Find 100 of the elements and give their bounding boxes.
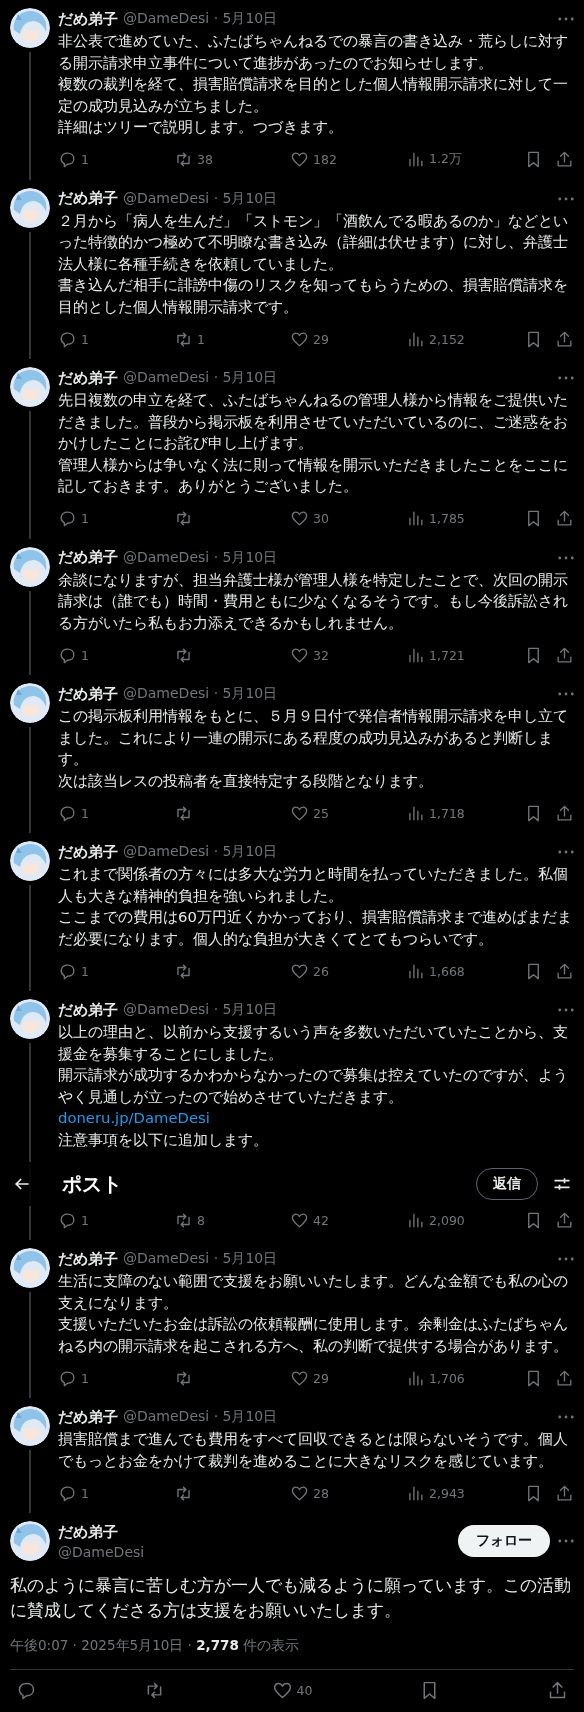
reply-icon[interactable] (16, 1680, 37, 1701)
tweet-card[interactable]: だめ弟子 @DameDesi · 5月10日 ２月から「病人を生んだ」「ストモン」「酒飲んでる暇あるのか」などといった特徴的かつ極めて不明瞭な書き込み（詳細は伏せます）に対し、弁護士法人様に各種手続きを依頼していました。 書き込んだ相手に誹謗中傷のリスクを知ってもらうための、損害賠償請求を目的とした個人情報開示請求です。 1 1 29 2,152 (0, 179, 584, 359)
more-icon[interactable] (558, 692, 574, 696)
repost-icon[interactable] (174, 1368, 193, 1388)
avatar[interactable] (10, 683, 50, 723)
display-name[interactable]: だめ弟子 (58, 1249, 118, 1269)
view-count: 2,943 (429, 1485, 465, 1501)
display-name[interactable]: だめ弟子 (58, 1407, 118, 1427)
more-icon[interactable] (558, 1257, 574, 1261)
reply-icon[interactable] (58, 509, 77, 528)
avatar[interactable] (10, 367, 50, 407)
reply-icon[interactable] (58, 1368, 77, 1388)
tweet-text: 非公表で進めていた、ふたばちゃんねるでの暴言の書き込み・荒らしに対する開示請求申立事件について進捗があったのでお知らせします。 (58, 31, 569, 73)
avatar[interactable] (10, 1248, 50, 1288)
tweet-text: 支援いただいたお金は訴訟の依頼報酬に使用します。余剰金はふたばちゃんねる内の開示請求を起こされる方へ、私の判断で提供する場合があります。 (58, 1314, 569, 1356)
handle-and-date: @DameDesi · 5月10日 (123, 189, 278, 208)
repost-icon[interactable] (174, 150, 193, 169)
heart-icon[interactable] (271, 1680, 293, 1701)
share-icon[interactable] (555, 961, 574, 981)
tweet-card[interactable]: だめ弟子 @DameDesi · 5月10日 非公表で進めていた、ふたばちゃんねるでの暴言の書き込み・荒らしに対する開示請求申立事件について進捗があったのでお知らせします。 複数の裁判を経て、損害賠償請求を目的とした個人情報開示請求に対して一定の成功見込みが立ちました。 詳細はツリーで説明します。つづきます。 1 38 182 1.2万 (0, 0, 584, 180)
reply-icon[interactable] (58, 803, 77, 823)
more-icon[interactable] (558, 1008, 574, 1012)
tweet-card[interactable]: だめ弟子 @DameDesi · 5月10日 余談になりますが、担当弁護士様が管理人様を特定したことで、次回の開示請求は（誰でも）時間・費用ともに少なくなるそうです。もし今後訴訟される方がいたら私もお力添えできるかもしれません。 1 32 1,721 (0, 538, 584, 675)
more-icon[interactable] (558, 376, 574, 380)
avatar[interactable] (10, 546, 50, 587)
repost-icon[interactable] (174, 1210, 193, 1230)
reply-icon[interactable] (58, 1483, 77, 1503)
like-count: 40 (296, 1683, 313, 1698)
display-name[interactable]: だめ弟子 (58, 1522, 145, 1542)
more-icon[interactable] (558, 17, 574, 21)
reply-count: 1 (81, 152, 89, 167)
follow-button[interactable]: フォロー (458, 1525, 550, 1557)
share-icon[interactable] (555, 1368, 574, 1388)
display-name[interactable]: だめ弟子 (58, 9, 118, 29)
repost-icon[interactable] (174, 961, 193, 981)
repost-icon[interactable] (174, 329, 193, 349)
tweet-text: 損害賠償まで進んでも費用をすべて回収できるとは限らないそうです。個人でもっとお金をかけて裁判を進めることに大きなリスクを感じています。 (58, 1429, 569, 1471)
like-count: 30 (313, 511, 329, 526)
repost-icon[interactable] (174, 1483, 193, 1503)
reply-icon[interactable] (58, 961, 77, 981)
share-icon[interactable] (555, 329, 574, 349)
tweet-text: 次は該当レスの投稿者を直接特定する段階となります。 (58, 770, 434, 791)
avatar[interactable] (10, 187, 50, 228)
reply-icon[interactable] (58, 1210, 77, 1230)
reply-icon[interactable] (58, 645, 77, 665)
more-icon[interactable] (558, 850, 574, 854)
handle[interactable]: @DameDesi (58, 1543, 145, 1560)
avatar[interactable] (10, 1406, 50, 1446)
more-icon[interactable] (558, 1539, 574, 1543)
avatar[interactable] (10, 841, 50, 881)
more-icon[interactable] (558, 1415, 574, 1419)
reply-count: 1 (81, 331, 89, 347)
display-name[interactable]: だめ弟子 (58, 189, 118, 208)
heart-icon[interactable] (290, 150, 309, 169)
tweet-text: 開示請求が成功するかわからなかったので募集は控えていたのですが、ようやく見通しが立ったので始めさせていただきます。 (58, 1065, 569, 1107)
share-icon[interactable] (555, 509, 574, 528)
avatar[interactable] (10, 999, 50, 1039)
display-name[interactable]: だめ弟子 (58, 1000, 118, 1020)
link[interactable]: doneru.jp/DameDesi (58, 1107, 210, 1129)
heart-icon[interactable] (290, 509, 309, 528)
display-name[interactable]: だめ弟子 (58, 368, 118, 388)
tweet-text: ２月から「病人を生んだ」「ストモン」「酒飲んでる暇あるのか」などといった特徴的かつ極めて不明瞭な書き込み（詳細は伏せます）に対し、弁護士法人様に各種手続きを依頼していました。 (58, 210, 569, 274)
page-title: ポスト (62, 1170, 122, 1198)
repost-icon[interactable] (174, 645, 193, 665)
tweet-text: 注意事項を以下に追加します。 (58, 1129, 269, 1150)
reply-icon[interactable] (58, 329, 77, 349)
display-name[interactable]: だめ弟子 (58, 842, 118, 862)
views-icon[interactable] (406, 150, 425, 169)
tweet-card[interactable]: だめ弟子 @DameDesi · 5月10日 損害賠償まで進んでも費用をすべて回収できるとは限らないそうです。個人でもっとお金をかけて裁判を進めることに大きなリスクを感じています。 1 28 2,943 (0, 1398, 584, 1513)
tweet-text: 生活に支障のない範囲で支援をお願いいたします。どんな金額でも私の心の支えになります。 (58, 1271, 569, 1313)
display-name[interactable]: だめ弟子 (58, 684, 118, 704)
more-icon[interactable] (558, 196, 574, 201)
avatar[interactable] (10, 1521, 50, 1561)
post-meta: 午後0:07 · 2025年5月10日 · 2,778 件の表示 (10, 1637, 574, 1670)
display-name[interactable]: だめ弟子 (58, 548, 118, 567)
repost-icon[interactable] (174, 509, 193, 528)
share-icon[interactable] (555, 645, 574, 665)
like-count: 26 (313, 963, 329, 979)
share-icon[interactable] (555, 803, 574, 823)
like-count: 29 (313, 1370, 329, 1386)
tweet-card[interactable]: だめ弟子 @DameDesi · 5月10日 生活に支障のない範囲で支援をお願いいたします。どんな金額でも私の心の支えになります。 支援いただいたお金は訴訟の依頼報酬に使用します。余剰金はふたばちゃんねる内の開示請求を起こされる方へ、私の判断で提供する場合があります。 1 29 1,706 (0, 1240, 584, 1398)
tweet-card[interactable]: だめ弟子 @DameDesi · 5月10日 先日複数の申立を経て、ふたばちゃんねるの管理人様から情報をご提供いただきました。普段から掲示板を利用させていただいているのに、ご迷惑をおかけしたことにお詫び申し上げます。 管理人様からは争いなく法に則って情報を開示いただきましたことをここに記しておきます。ありがとうございました。 1 30 1,785 (0, 359, 584, 539)
more-icon[interactable] (558, 555, 574, 560)
share-icon[interactable] (555, 1483, 574, 1503)
handle-and-date: @DameDesi · 5月10日 (123, 1408, 278, 1426)
view-count: 1,718 (429, 805, 465, 821)
tweet-card[interactable]: だめ弟子 @DameDesi · 5月10日 この掲示板利用情報をもとに、５月９日付で発信者情報開示請求を申し立てました。これにより一連の開示にある程度の成功見込みがあると判断します。 次は該当レスの投稿者を直接特定する段階となります。 1 25 1,718 (0, 675, 584, 833)
avatar[interactable] (10, 8, 50, 48)
reply-count: 1 (81, 1212, 89, 1228)
tweet-card[interactable]: だめ弟子 @DameDesi · 5月10日 これまで関係者の方々には多大な労力と時間を払っていただきました。私個人も大きな精神的負担を強いられました。 ここまでの費用は60万円近くかかっており、損害賠償請求まで進めばまだまだ必要になります。個人的な負担が大きくてとてもつらいです。 1 26 1,668 (0, 833, 584, 991)
views-icon[interactable] (406, 509, 425, 528)
repost-count: 38 (197, 152, 213, 167)
reply-icon[interactable] (58, 150, 77, 169)
share-icon[interactable] (555, 150, 574, 169)
tweet-card[interactable]: だめ弟子 @DameDesi · 5月10日 以上の理由と、以前から支援するいう声を多数いただいていたことから、支援金を募集することにしました。 開示請求が成功するかわからなかったので募集は控えていたのですが、ようやく見通しが立ったので始めさせていただきます。 doneru.jp/DameDesi 注意事項を以下に追加します。 1 8 42 2,090 ポスト 返信 (0, 991, 584, 1240)
view-count: 2,152 (429, 331, 465, 347)
tweet-text: 以上の理由と、以前から支援するいう声を多数いただいていたことから、支援金を募集することにしました。 (58, 1022, 569, 1064)
repost-icon[interactable] (174, 803, 193, 823)
like-count: 32 (313, 647, 329, 663)
share-icon[interactable] (555, 1210, 574, 1230)
